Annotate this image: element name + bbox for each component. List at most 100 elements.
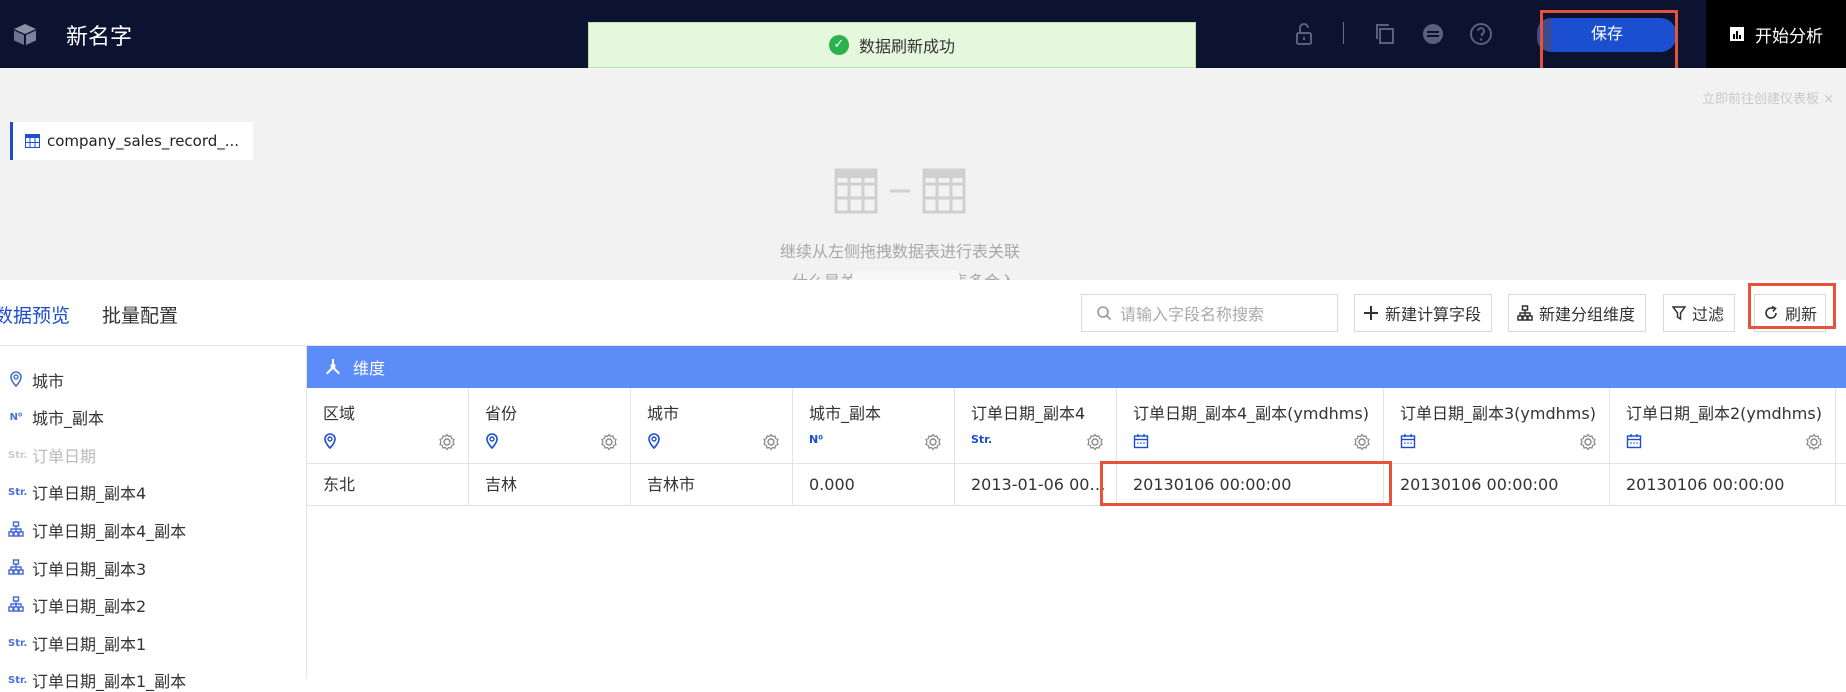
location-pin-icon[interactable] — [323, 433, 341, 451]
start-analysis-label: 开始分析 — [1755, 26, 1823, 47]
field-label: 订单日期_副本2 — [32, 597, 147, 616]
success-toast: ✓ 数据刷新成功 — [588, 22, 1196, 68]
search-icon — [1097, 306, 1112, 321]
field-item[interactable]: Str. 订单日期_副本1_副本 — [8, 668, 186, 692]
field-item[interactable]: Str. 订单日期_副本1 — [8, 631, 146, 655]
datasource-card[interactable]: company_sales_record_... — [10, 122, 253, 160]
settings-gear-icon[interactable] — [1805, 433, 1823, 451]
empty-canvas-hint: 继续从左侧拖拽数据表进行表关联 — [780, 242, 1021, 261]
bar-chart-icon — [1730, 27, 1744, 41]
help-icon[interactable] — [1468, 21, 1494, 47]
save-highlight-box — [1540, 10, 1678, 73]
field-label: 订单日期_副本1 — [32, 635, 147, 654]
field-item[interactable]: 订单日期_副本2 — [8, 593, 146, 617]
field-item[interactable]: 城市 — [8, 368, 64, 392]
app-title[interactable]: 新名字 — [66, 19, 132, 51]
string-type-icon: Str. — [8, 674, 28, 686]
string-type-icon: Str. — [8, 449, 28, 461]
table-header: 区域 省份 城市 城市_副本 N⁰ 订单日期_副本4 Str. 订单日期_副本4_副本(ymd… — [307, 388, 1846, 464]
success-check-icon: ✓ — [828, 35, 849, 55]
table-cell: 吉林市 — [631, 464, 793, 506]
dimension-group-header: 维度 — [307, 346, 1846, 388]
minus-circle-icon[interactable] — [1420, 21, 1446, 47]
dimension-icon — [326, 359, 340, 375]
datasource-label: company_sales_record_... — [47, 132, 240, 150]
new-calc-field-label: 新建计算字段 — [1385, 305, 1482, 324]
tab-data-preview[interactable]: 数据预览 — [0, 301, 71, 349]
column-name: 城市_副本 — [809, 404, 882, 423]
calendar-icon[interactable] — [1400, 433, 1418, 451]
column-name: 订单日期_副本3(ymdhms) — [1400, 404, 1596, 423]
table-icon — [25, 134, 40, 148]
hierarchy-icon — [8, 558, 24, 578]
column-name: 订单日期_副本2(ymdhms) — [1626, 404, 1822, 423]
toast-message: 数据刷新成功 — [858, 37, 955, 56]
hierarchy-icon — [1517, 305, 1533, 321]
table-cell: 20130106 00:00:00 — [1384, 464, 1610, 506]
start-analysis-button[interactable]: 开始分析 — [1706, 0, 1846, 68]
number-type-icon[interactable]: N⁰ — [809, 433, 827, 451]
filter-icon — [1672, 306, 1686, 321]
field-item[interactable]: 订单日期_副本4_副本 — [8, 518, 186, 542]
relation-canvas: 立即前往创建仪表板 × company_sales_record_... 继续从… — [0, 68, 1846, 283]
column-header[interactable]: 区域 — [307, 388, 469, 464]
location-pin-icon[interactable] — [485, 433, 503, 451]
column-header[interactable]: 省份 — [469, 388, 631, 464]
create-dashboard-hint-text: 立即前往创建仪表板 — [1702, 92, 1820, 107]
field-label: 订单日期_副本3 — [32, 560, 147, 579]
field-search-input[interactable]: 请输入字段名称搜索 — [1081, 294, 1338, 332]
toolbar-divider — [1343, 22, 1344, 44]
tab-batch-config[interactable]: 批量配置 — [102, 301, 178, 328]
field-label: 城市 — [32, 372, 65, 391]
settings-gear-icon[interactable] — [1353, 433, 1371, 451]
table-cell: 2013-01-06 00:00:00 — [955, 464, 1117, 506]
settings-gear-icon[interactable] — [438, 433, 456, 451]
new-group-dimension-label: 新建分组维度 — [1539, 305, 1636, 324]
column-header[interactable]: 城市 — [631, 388, 793, 464]
copy-icon[interactable] — [1372, 21, 1398, 47]
table-cell: 20130106 00:00:00 — [1610, 464, 1836, 506]
settings-gear-icon[interactable] — [762, 433, 780, 451]
field-item[interactable]: 订单日期_副本3 — [8, 556, 146, 580]
unlock-icon[interactable] — [1291, 21, 1317, 47]
field-label: 订单日期_副本1_副本 — [32, 672, 187, 691]
preview-toolbar: 数据预览 批量配置 请输入字段名称搜索 新建计算字段 新建分组维度 过滤 刷新 — [0, 280, 1846, 349]
number-type-icon: N⁰ — [9, 411, 23, 423]
string-type-icon: Str. — [8, 486, 28, 498]
hierarchy-icon — [8, 520, 24, 540]
string-type-icon: Str. — [8, 637, 28, 649]
filter-button[interactable]: 过滤 — [1663, 294, 1735, 332]
field-label: 订单日期 — [32, 447, 97, 466]
table-cell: 0.000 — [793, 464, 955, 506]
settings-gear-icon[interactable] — [1086, 433, 1104, 451]
calendar-icon[interactable] — [1133, 433, 1151, 451]
new-calc-field-button[interactable]: 新建计算字段 — [1354, 294, 1492, 332]
hierarchy-icon — [8, 595, 24, 615]
column-header[interactable]: 订单日期_副本2(ymdhms) — [1610, 388, 1836, 464]
table-row[interactable]: 东北吉林吉林市0.0002013-01-06 00:00:00 20130106 … — [307, 464, 1846, 506]
table-join-illustration — [834, 168, 966, 214]
settings-gear-icon[interactable] — [600, 433, 618, 451]
column-name: 省份 — [485, 404, 518, 423]
calendar-icon[interactable] — [1626, 433, 1644, 451]
settings-gear-icon[interactable] — [924, 433, 942, 451]
column-header[interactable]: 城市_副本 N⁰ — [793, 388, 955, 464]
column-name: 订单日期_副本4 — [971, 404, 1086, 423]
field-label: 订单日期_副本4_副本 — [32, 522, 187, 541]
create-dashboard-hint[interactable]: 立即前往创建仪表板 × — [1702, 88, 1834, 107]
column-header[interactable]: 订单日期_副本4 Str. — [955, 388, 1117, 464]
field-item[interactable]: Str. 订单日期_副本4 — [8, 480, 146, 504]
field-item[interactable]: N⁰ 城市_副本 — [8, 405, 104, 429]
column-header[interactable]: 订单日期_副本3(ymdhms) — [1384, 388, 1610, 464]
field-list: 城市 N⁰ 城市_副本 Str. 订单日期 Str. 订单日期_副本4 订单日期_副本4_副本… — [0, 346, 307, 691]
string-type-icon[interactable]: Str. — [971, 433, 992, 451]
field-item[interactable]: Str. 订单日期 — [8, 443, 96, 467]
location-pin-icon[interactable] — [647, 433, 665, 451]
plus-icon — [1364, 306, 1378, 320]
search-placeholder: 请输入字段名称搜索 — [1120, 305, 1265, 324]
settings-gear-icon[interactable] — [1579, 433, 1597, 451]
refresh-highlight-box — [1748, 283, 1836, 329]
field-label: 城市_副本 — [32, 409, 105, 428]
column-header[interactable]: 订单日期_副本4_副本(ymdhms) — [1117, 388, 1384, 464]
new-group-dimension-button[interactable]: 新建分组维度 — [1508, 294, 1646, 332]
